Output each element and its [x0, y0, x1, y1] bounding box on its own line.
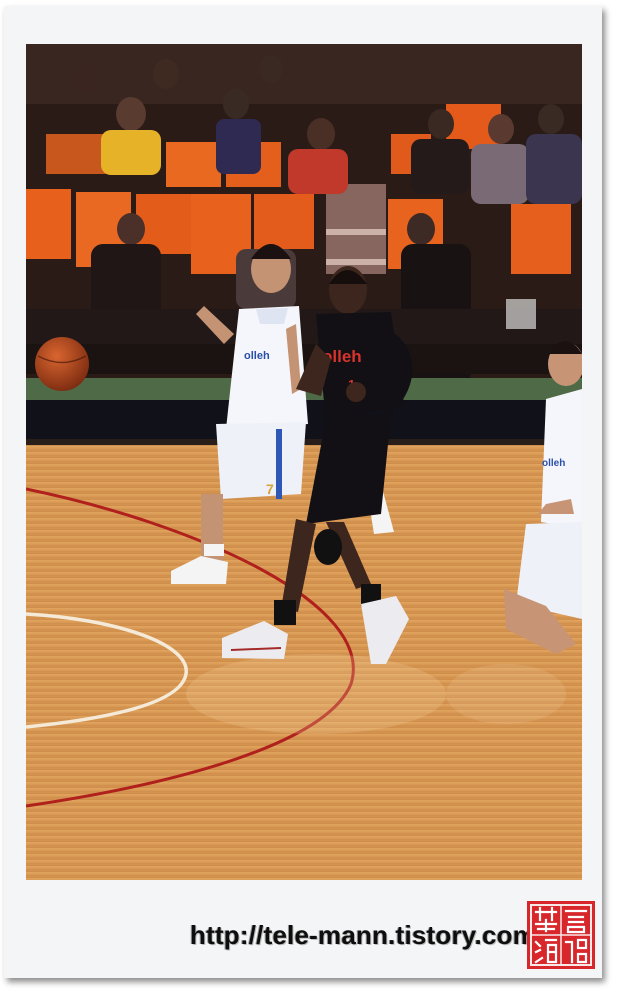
jersey-sponsor-white-right: olleh — [542, 458, 565, 469]
seal-stamp — [527, 901, 595, 969]
jersey-sponsor-white: olleh — [244, 350, 270, 362]
basketball-photo: olleh 7 olleh 1 — [26, 44, 582, 880]
jersey-number-white: 7 — [266, 481, 274, 497]
court-floor — [26, 445, 582, 880]
watermark-url: http://tele-mann.tistory.com — [190, 920, 537, 950]
basketball — [35, 337, 89, 391]
